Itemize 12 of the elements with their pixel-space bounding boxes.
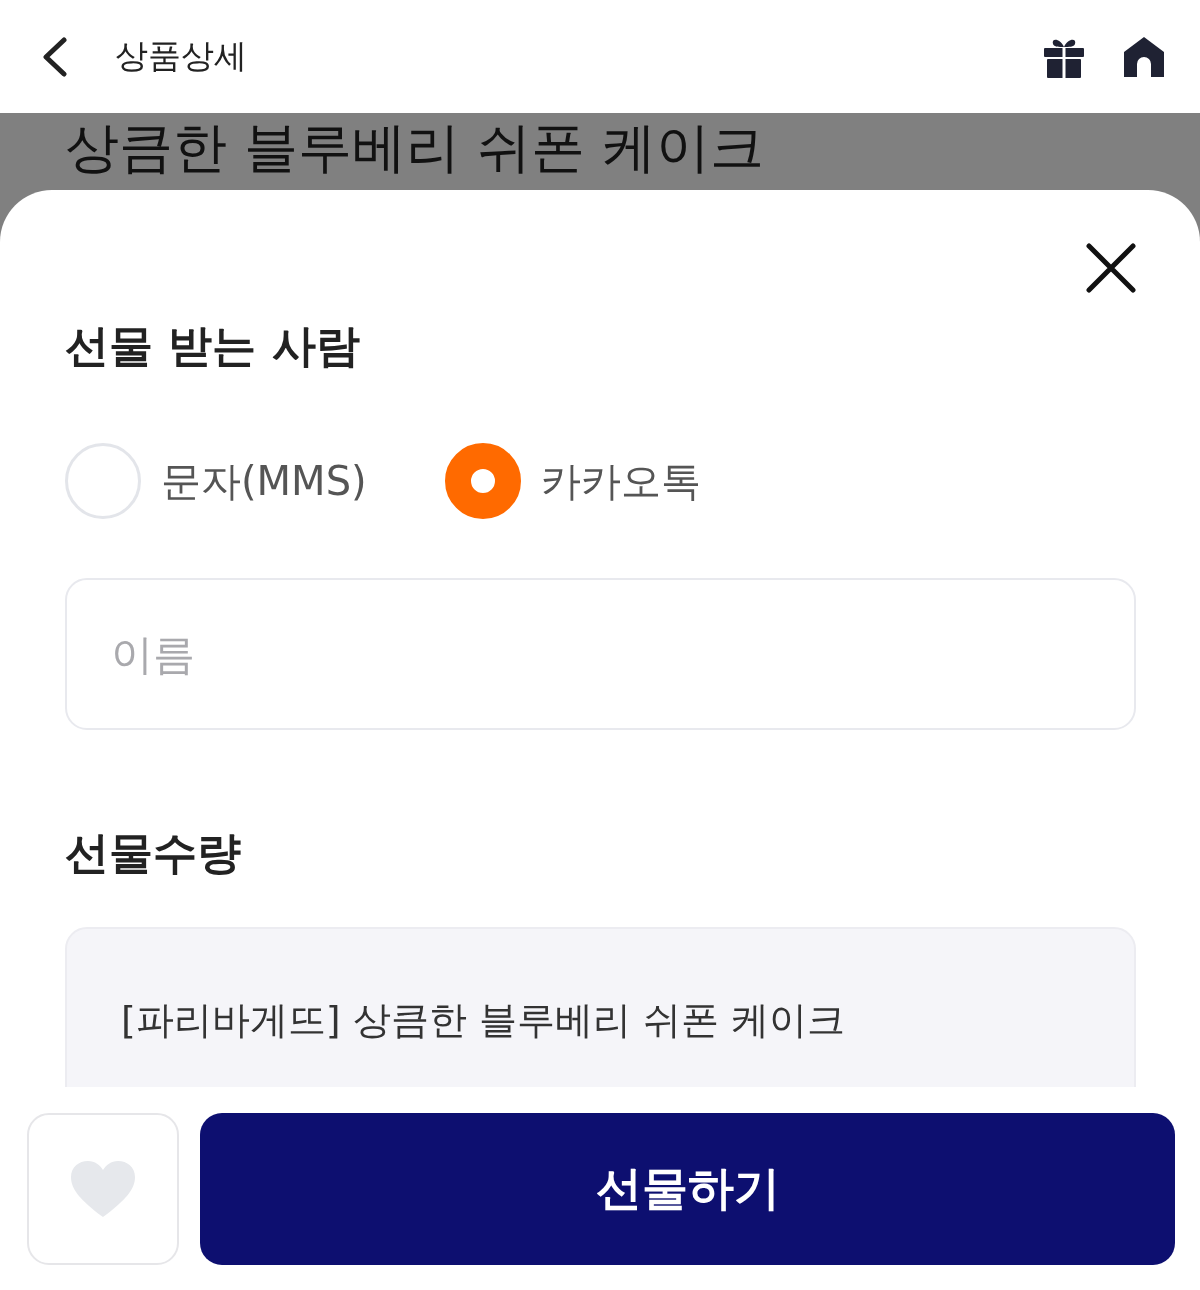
section-title: 선물 받는 사람 xyxy=(65,319,360,373)
radio-label[interactable]: 문자(MMS) xyxy=(161,453,367,509)
radio-label[interactable]: 카카오톡 xyxy=(540,453,701,509)
product-name: [파리바게뜨] 상큼한 블루베리 쉬폰 케이크 xyxy=(121,997,845,1044)
name-input-field[interactable]: 이름 xyxy=(65,578,1136,730)
gift-button[interactable]: 선물하기 xyxy=(200,1113,1175,1265)
section-title: 선물수량 xyxy=(65,826,241,880)
product-title: 상큼한 블루베리 쉬폰 케이크 xyxy=(65,116,765,180)
back-icon[interactable] xyxy=(40,36,68,77)
page-title: 상품상세 xyxy=(115,35,247,77)
home-icon[interactable] xyxy=(1123,35,1165,78)
close-icon[interactable] xyxy=(1086,243,1136,293)
